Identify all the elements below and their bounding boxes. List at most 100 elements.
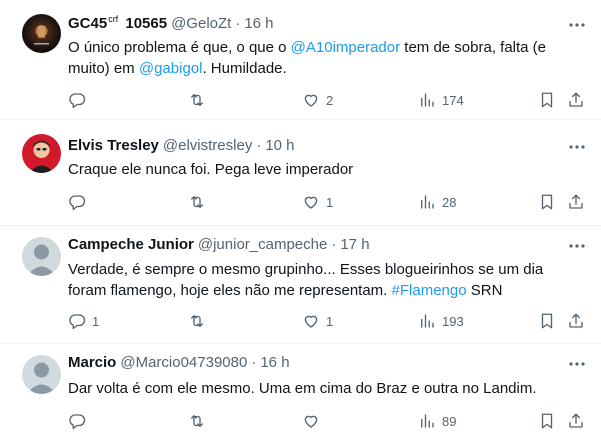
more-icon[interactable]	[567, 354, 587, 374]
user-handle[interactable]: @GeloZt	[171, 15, 231, 32]
share-button[interactable]	[567, 88, 585, 112]
display-name[interactable]: GC45crf 10565	[68, 14, 167, 32]
reply-button[interactable]: 1	[68, 309, 99, 333]
action-bar: 89	[60, 409, 600, 433]
avatar[interactable]	[22, 14, 61, 53]
views-button[interactable]: 174	[418, 88, 464, 112]
like-icon	[302, 91, 320, 109]
tweet[interactable]: GC45crf 10565 @GeloZt · 16 h O único pro…	[0, 0, 601, 120]
retweet-button[interactable]	[188, 190, 212, 214]
tweet-text: Craque ele nunca foi. Pega leve imperado…	[68, 161, 354, 178]
tweet-header: Marcio @Marcio04739080 · 16 h	[68, 354, 290, 374]
bookmark-button[interactable]	[538, 190, 556, 214]
reply-icon	[68, 412, 86, 430]
reply-feed: GC45crf 10565 @GeloZt · 16 h O único pro…	[0, 0, 601, 443]
tweet-text: O único problema é que, o que o @A10impe…	[68, 39, 547, 77]
tweet[interactable]: Campeche Junior @junior_campeche · 17 h …	[0, 226, 601, 344]
views-icon	[418, 91, 436, 109]
reply-count: 1	[92, 313, 100, 329]
user-handle[interactable]: @elvistresley	[163, 137, 252, 154]
default-avatar-icon	[27, 244, 56, 276]
display-name[interactable]: Campeche Junior	[68, 236, 194, 253]
bookmark-button[interactable]	[538, 409, 556, 433]
bookmark-icon	[538, 193, 556, 211]
reply-icon	[68, 193, 86, 211]
bookmark-button[interactable]	[538, 88, 556, 112]
retweet-icon	[188, 193, 206, 211]
like-icon	[302, 312, 320, 330]
like-button[interactable]: 2	[302, 88, 333, 112]
timestamp[interactable]: 10 h	[265, 137, 294, 154]
retweet-icon	[188, 412, 206, 430]
share-button[interactable]	[567, 409, 585, 433]
tweet-header: GC45crf 10565 @GeloZt · 16 h	[68, 14, 274, 34]
separator-dot: ·	[235, 15, 241, 32]
name-badge: crf	[108, 14, 119, 24]
default-avatar-icon	[27, 362, 56, 394]
tweet[interactable]: Marcio @Marcio04739080 · 16 h Dar volta …	[0, 344, 601, 443]
reply-button[interactable]	[68, 190, 92, 214]
like-icon	[302, 193, 320, 211]
retweet-icon	[188, 312, 206, 330]
like-button[interactable]	[302, 409, 326, 433]
retweet-button[interactable]	[188, 309, 212, 333]
views-button[interactable]: 193	[418, 309, 464, 333]
share-button[interactable]	[567, 190, 585, 214]
views-icon	[418, 312, 436, 330]
avatar[interactable]	[22, 237, 61, 276]
like-button[interactable]: 1	[302, 190, 333, 214]
reply-button[interactable]	[68, 88, 92, 112]
like-count: 2	[326, 92, 334, 108]
display-name[interactable]: Marcio	[68, 354, 116, 371]
view-count: 193	[442, 313, 464, 329]
more-icon[interactable]	[567, 15, 587, 35]
hashtag-link[interactable]: #Flamengo	[392, 282, 467, 299]
views-button[interactable]: 89	[418, 409, 456, 433]
views-icon	[418, 412, 436, 430]
timestamp[interactable]: 16 h	[260, 354, 289, 371]
tweet[interactable]: Elvis Tresley @elvistresley · 10 h Craqu…	[0, 120, 601, 226]
share-icon	[567, 91, 585, 109]
reply-button[interactable]	[68, 409, 92, 433]
share-icon	[567, 412, 585, 430]
tweet-header: Campeche Junior @junior_campeche · 17 h	[68, 236, 370, 256]
like-count: 1	[326, 313, 334, 329]
retweet-button[interactable]	[188, 88, 212, 112]
more-icon[interactable]	[567, 137, 587, 157]
share-icon	[567, 193, 585, 211]
bookmark-icon	[538, 91, 556, 109]
display-name[interactable]: Elvis Tresley	[68, 137, 159, 154]
mention-link[interactable]: @gabigol	[139, 60, 203, 77]
views-button[interactable]: 28	[418, 190, 456, 214]
action-bar: 1 28	[60, 190, 600, 214]
profile-photo-icon	[34, 25, 49, 45]
profile-photo-icon	[29, 140, 54, 173]
avatar[interactable]	[22, 355, 61, 394]
avatar[interactable]	[22, 134, 61, 173]
action-bar: 1 1 193	[60, 309, 600, 333]
reply-icon	[68, 91, 86, 109]
timestamp[interactable]: 16 h	[244, 15, 273, 32]
share-button[interactable]	[567, 309, 585, 333]
bookmark-button[interactable]	[538, 309, 556, 333]
separator-dot: ·	[251, 354, 257, 371]
more-icon[interactable]	[567, 236, 587, 256]
reply-icon	[68, 312, 86, 330]
like-count: 1	[326, 194, 334, 210]
retweet-button[interactable]	[188, 409, 212, 433]
bookmark-icon	[538, 312, 556, 330]
tweet-header: Elvis Tresley @elvistresley · 10 h	[68, 137, 295, 157]
like-button[interactable]: 1	[302, 309, 333, 333]
views-icon	[418, 193, 436, 211]
separator-dot: ·	[256, 137, 262, 154]
view-count: 89	[442, 413, 457, 429]
timestamp[interactable]: 17 h	[340, 236, 369, 253]
mention-link[interactable]: @A10imperador	[291, 39, 400, 56]
user-handle[interactable]: @junior_campeche	[198, 236, 327, 253]
tweet-text: Verdade, é sempre o mesmo grupinho... Es…	[68, 261, 544, 299]
view-count: 174	[442, 92, 464, 108]
tweet-text: Dar volta é com ele mesmo. Uma em cima d…	[68, 380, 537, 397]
view-count: 28	[442, 194, 457, 210]
action-bar: 2 174	[60, 88, 600, 112]
user-handle[interactable]: @Marcio04739080	[120, 354, 247, 371]
